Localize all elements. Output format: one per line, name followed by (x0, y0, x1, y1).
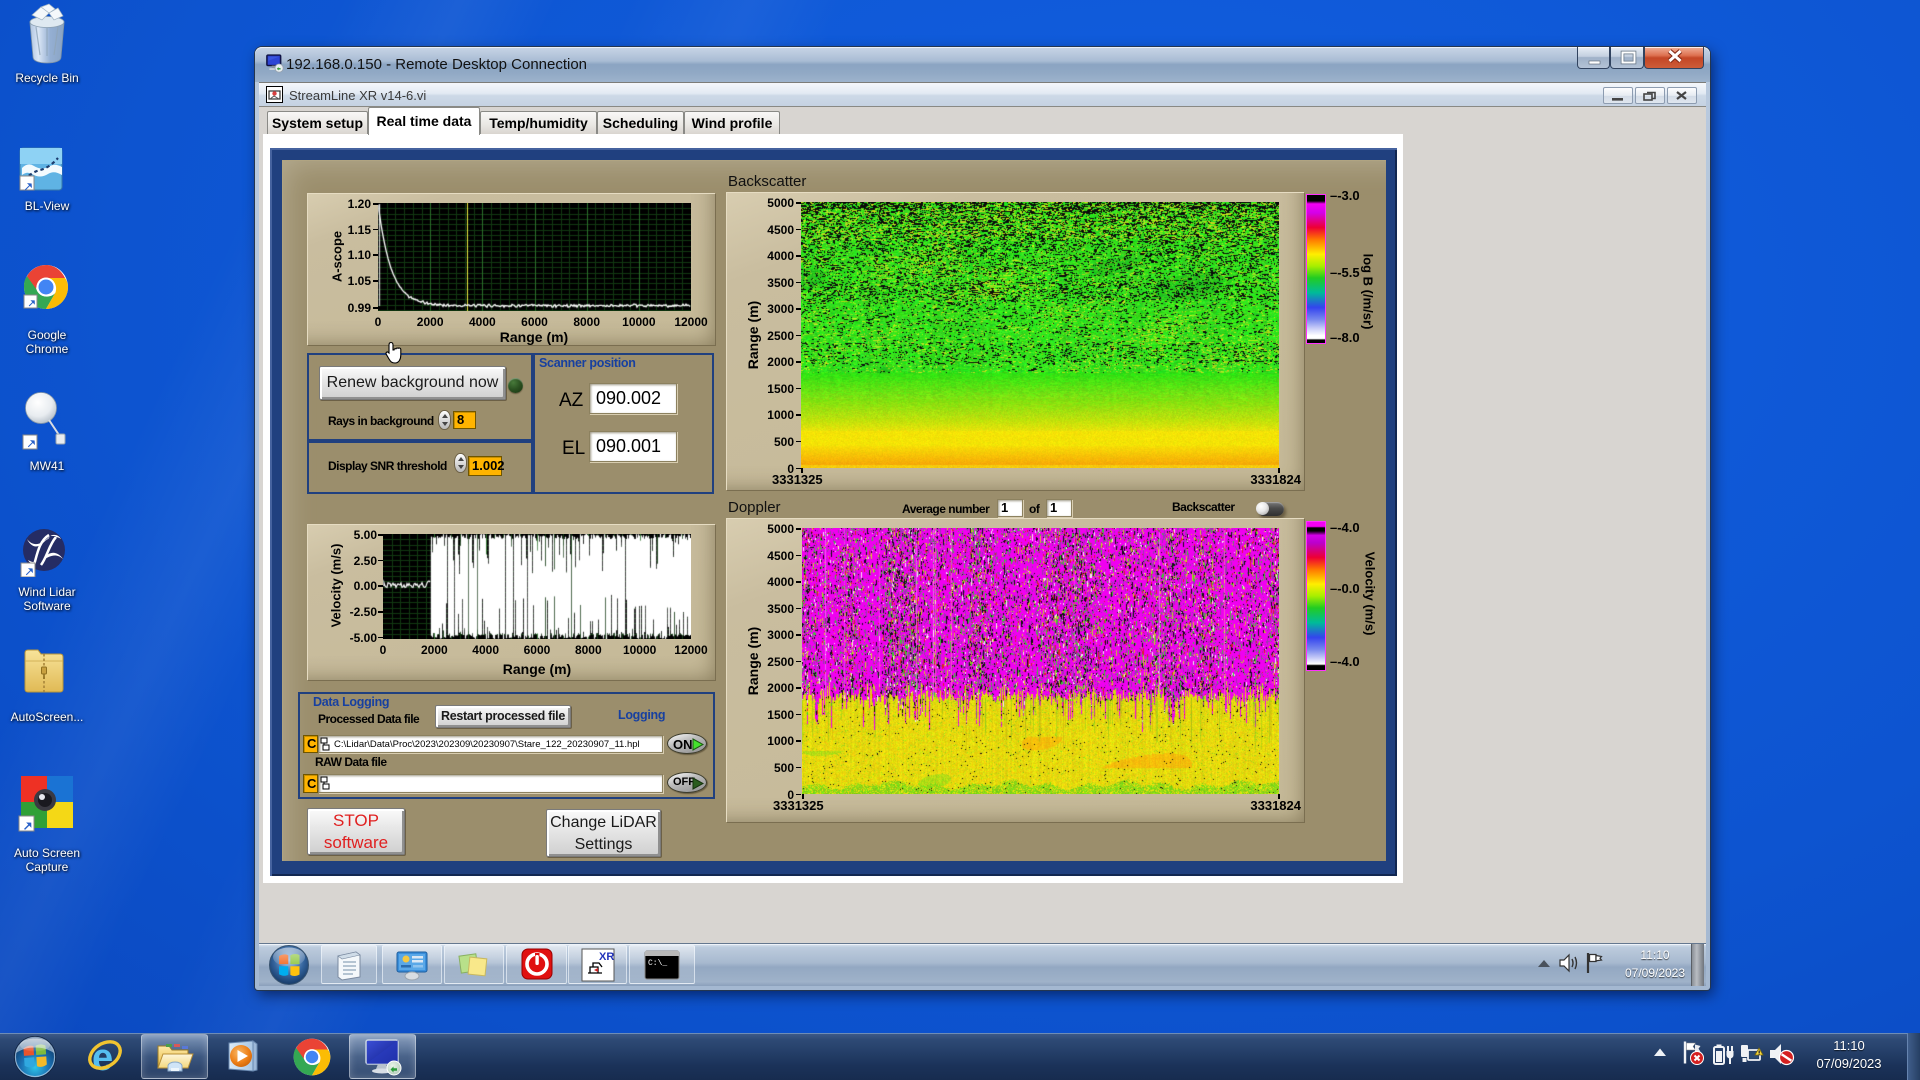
svg-text:C:\_: C:\_ (648, 959, 667, 968)
svg-text:XR: XR (599, 951, 614, 963)
